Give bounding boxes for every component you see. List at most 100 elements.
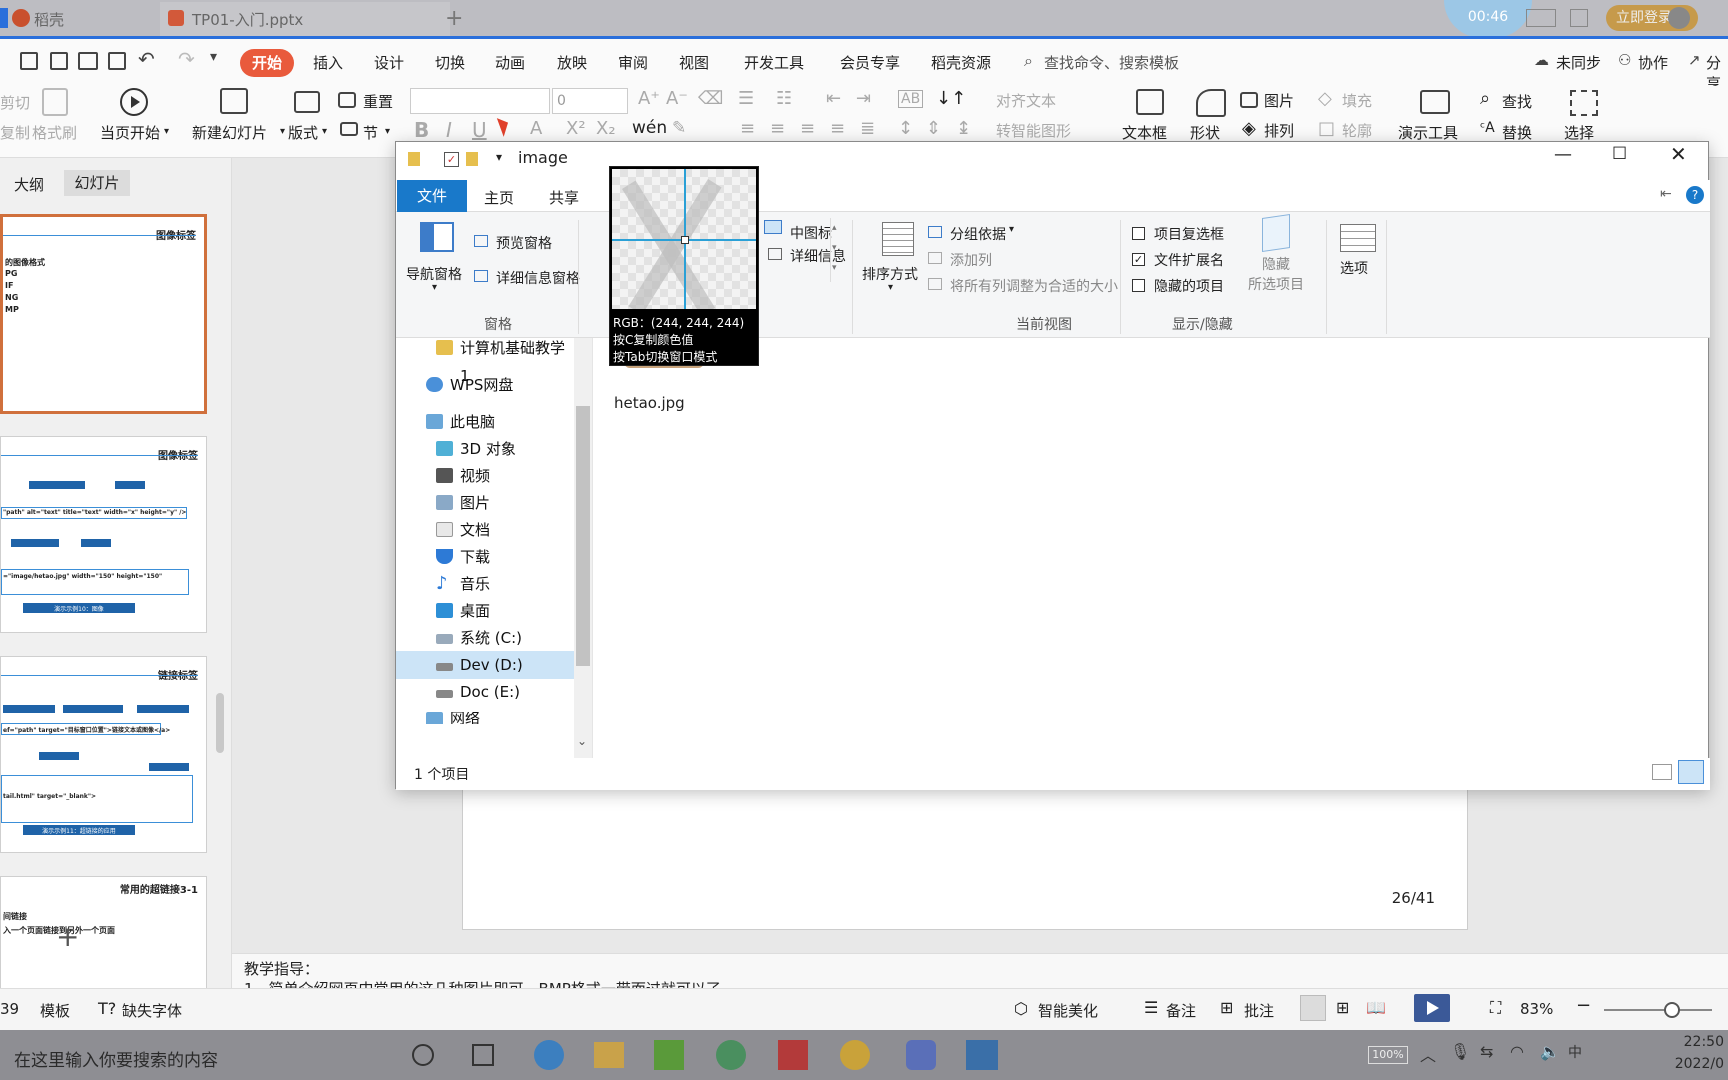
print-preview-icon[interactable] (108, 52, 126, 70)
chrome-icon[interactable] (840, 1040, 870, 1070)
sync-status[interactable]: 未同步 (1556, 52, 1601, 73)
cortana-icon[interactable] (412, 1044, 434, 1066)
sort-icon[interactable]: ↓↑ (936, 88, 966, 109)
tab-insert[interactable]: 插入 (313, 52, 343, 73)
bullets-icon[interactable]: ☰ (738, 88, 754, 109)
file-extensions-checkbox[interactable]: ✓ (1132, 253, 1145, 266)
photos-icon[interactable] (966, 1040, 998, 1070)
wps-icon[interactable] (778, 1040, 808, 1070)
clock-time[interactable]: 22:50 (1628, 1034, 1724, 1050)
print-icon[interactable] (78, 52, 98, 70)
tab-start[interactable]: 开始 (240, 49, 294, 77)
nav-item-downloads[interactable]: 下载 (396, 543, 574, 571)
grow-font-icon[interactable]: A⁺ (638, 88, 660, 109)
slide-thumb-2[interactable]: 图像标签 "path" alt="text" title="text" widt… (0, 436, 207, 633)
volume-icon[interactable]: 🔈 (1540, 1042, 1560, 1061)
help-icon[interactable]: ? (1686, 186, 1704, 204)
font-color-icon[interactable]: A (530, 118, 542, 139)
doc-tab[interactable]: TP01-入门.pptx (192, 9, 303, 30)
notes-pane[interactable]: 教学指导： 1、简单介绍网页中常用的这几种图片即可，BMP格式一带而过就可以了 (232, 953, 1728, 989)
tab-review[interactable]: 审阅 (618, 52, 648, 73)
tab-outline[interactable]: 大纲 (14, 174, 44, 195)
align-text-button[interactable]: 对齐文本 (996, 90, 1056, 111)
missing-font-button[interactable]: 缺失字体 (122, 1000, 182, 1021)
nav-item-network[interactable]: 网络 (396, 712, 574, 724)
tab-share[interactable]: 共享 (549, 187, 579, 208)
spacing-icon[interactable]: ↨ (956, 118, 971, 139)
avatar[interactable] (1668, 7, 1690, 29)
phonetic-icon[interactable]: wén (632, 118, 667, 138)
add-tab-button[interactable]: + (445, 6, 463, 31)
indent-icon[interactable]: ⇥ (856, 88, 871, 109)
normal-view-icon[interactable] (1300, 995, 1326, 1021)
network-icon[interactable]: ⇆ (1480, 1042, 1493, 1061)
text-direction-icon[interactable]: AB (898, 90, 924, 108)
textbox-button[interactable]: 文本框 (1122, 122, 1167, 143)
tab-daoke-resources[interactable]: 稻壳资源 (931, 52, 991, 73)
superscript-icon[interactable]: X² (566, 118, 586, 139)
tab-view[interactable]: 视图 (679, 52, 709, 73)
battery-indicator[interactable]: 100% (1368, 1046, 1408, 1064)
slide-thumb-3[interactable]: 链接标签 ef="path" target="目标窗口位置">链接文本或图像</… (0, 656, 207, 853)
new-folder-icon[interactable] (466, 152, 478, 166)
edge-icon[interactable] (534, 1040, 564, 1070)
section-button[interactable]: 节 (363, 122, 378, 143)
nav-item-desktop[interactable]: 桌面 (396, 597, 574, 625)
mic-icon[interactable]: 🎙 (1450, 1042, 1470, 1061)
wifi-icon[interactable]: ◠ (1510, 1042, 1524, 1061)
template-button[interactable]: 模板 (40, 1000, 70, 1021)
task-view-icon[interactable] (472, 1044, 494, 1066)
redo-icon[interactable]: ↷ (178, 47, 195, 71)
tab-transition[interactable]: 切换 (435, 52, 465, 73)
collab-button[interactable]: 协作 (1638, 52, 1668, 73)
file-name[interactable]: hetao.jpg (614, 394, 685, 412)
play-from-current-button[interactable]: 当页开始 (100, 122, 160, 143)
new-slide-button[interactable]: 新建幻灯片 (192, 122, 267, 143)
format-painter-button[interactable]: 格式刷 (32, 122, 77, 143)
reset-button[interactable]: 重置 (363, 91, 393, 112)
smart-graphic-button[interactable]: 转智能图形 (996, 120, 1071, 141)
font-family-select[interactable] (410, 88, 550, 114)
options-button[interactable]: 选项 (1340, 258, 1368, 278)
layout-scroll[interactable]: ▴ ▾ ▾ (830, 218, 842, 282)
details-layout-icon[interactable] (1652, 764, 1672, 780)
cut-button[interactable]: 剪切 (0, 92, 30, 113)
save-icon[interactable] (20, 52, 38, 70)
distribute-icon[interactable]: ≣ (860, 118, 875, 139)
app-tab[interactable]: 稻壳 (34, 9, 64, 30)
close-button[interactable]: ✕ (1670, 142, 1687, 166)
nav-item-drive-e[interactable]: Doc (E:) (396, 678, 574, 706)
zoom-level[interactable]: 83% (1520, 1000, 1553, 1018)
clear-format-icon[interactable]: ⌫ (698, 88, 723, 109)
fill-button[interactable]: 填充 (1342, 90, 1372, 111)
layout-button[interactable]: 版式 (288, 122, 318, 143)
find-button[interactable]: 查找 (1502, 91, 1532, 112)
wechat-icon[interactable] (716, 1040, 746, 1070)
line-spacing-icon[interactable]: ↕ (898, 118, 913, 139)
add-column-button[interactable]: 添加列 (950, 250, 992, 270)
arrange-button[interactable]: 排列 (1264, 120, 1294, 141)
properties-check-icon[interactable]: ✓ (444, 152, 459, 167)
outline-button[interactable]: 轮廓 (1342, 120, 1372, 141)
nav-item-videos[interactable]: 视频 (396, 462, 574, 490)
export-icon[interactable] (50, 52, 68, 70)
qat-chevron-icon[interactable]: ▾ (496, 150, 502, 164)
nav-scrollbar[interactable]: ⌄ (574, 338, 592, 758)
maximize-button[interactable]: ☐ (1612, 144, 1627, 164)
nav-item-pictures[interactable]: 图片 (396, 489, 574, 517)
group-by-button[interactable]: 分组依据 (950, 224, 1006, 244)
taskbar-search[interactable]: 在这里输入你要搜索的内容 (14, 1046, 218, 1071)
slide-thumb-4[interactable]: 常用的超链接3-1 间链接 入一个页面链接到另外一个页面 (0, 876, 207, 988)
tab-design[interactable]: 设计 (374, 52, 404, 73)
tab-slideshow[interactable]: 放映 (557, 52, 587, 73)
shape-button[interactable]: 形状 (1190, 122, 1220, 143)
notes-button[interactable]: 备注 (1166, 1000, 1196, 1021)
grid-icon[interactable] (1570, 9, 1588, 27)
customize-chevron-icon[interactable]: ▾ (210, 49, 217, 65)
add-slide-button[interactable]: + (56, 920, 79, 953)
nav-item-wps-cloud[interactable]: WPS网盘 (396, 371, 574, 399)
zoom-slider-thumb[interactable] (1664, 1002, 1680, 1018)
font-size-select[interactable]: 0 (552, 88, 628, 114)
zoom-out-icon[interactable]: − (1576, 995, 1591, 1016)
command-search[interactable]: 查找命令、搜索模板 (1044, 52, 1179, 73)
